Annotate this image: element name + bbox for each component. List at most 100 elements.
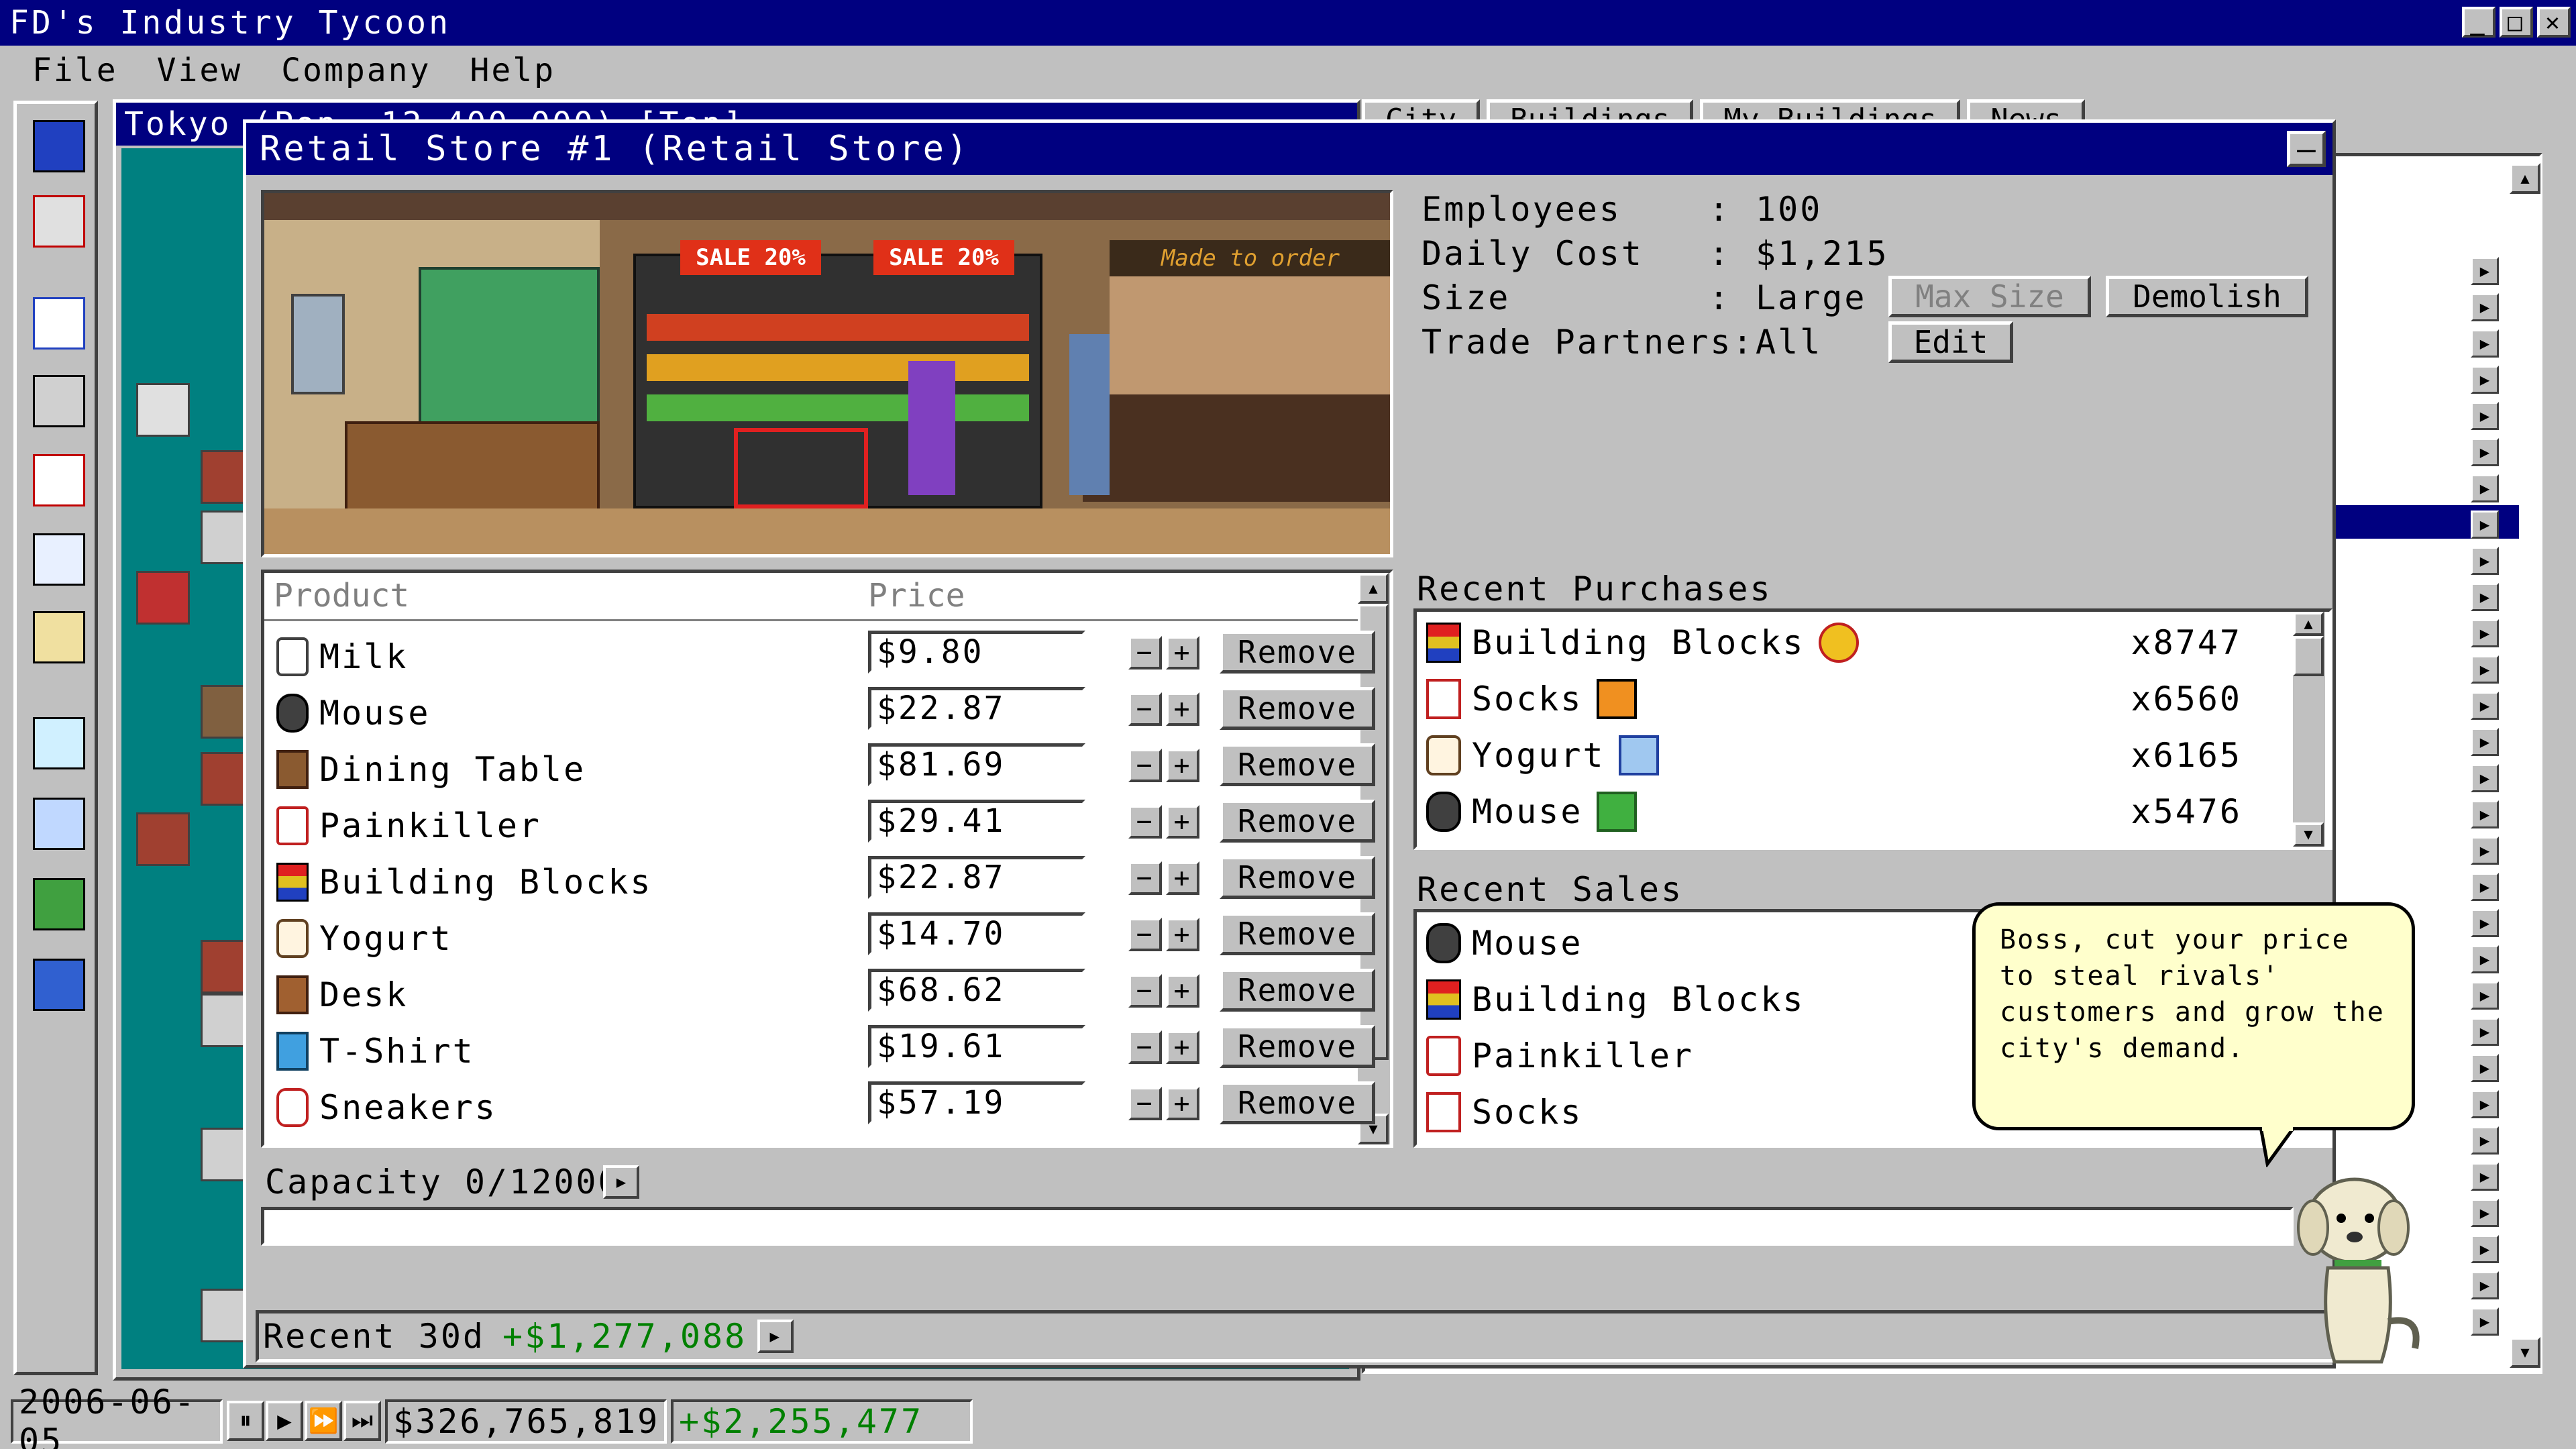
menu-file[interactable]: File: [32, 52, 118, 89]
expand-arrow-button[interactable]: ▶: [2471, 1199, 2499, 1227]
decrease-price-button[interactable]: −: [1128, 1087, 1162, 1120]
remove-product-button[interactable]: Remove: [1220, 912, 1375, 955]
research-button[interactable]: [23, 708, 95, 779]
decrease-price-button[interactable]: −: [1128, 1030, 1162, 1064]
remove-product-button[interactable]: Remove: [1220, 631, 1375, 674]
decrease-price-button[interactable]: −: [1128, 636, 1162, 669]
scroll-up-button[interactable]: ▲: [2293, 612, 2324, 636]
decrease-price-button[interactable]: −: [1128, 918, 1162, 951]
increase-price-button[interactable]: +: [1166, 974, 1199, 1008]
remove-product-button[interactable]: Remove: [1220, 1081, 1375, 1124]
price-input[interactable]: $14.70: [868, 912, 1085, 955]
price-input[interactable]: $9.80: [868, 631, 1085, 674]
expand-arrow-button[interactable]: ▶: [2471, 1235, 2499, 1263]
load-tool-button[interactable]: [23, 186, 95, 257]
price-input[interactable]: $68.62: [868, 969, 1085, 1012]
expand-arrow-button[interactable]: ▶: [2471, 1090, 2499, 1118]
play-button[interactable]: ▶: [266, 1401, 303, 1441]
remove-product-button[interactable]: Remove: [1220, 969, 1375, 1012]
scroll-down-button[interactable]: ▼: [2293, 822, 2324, 847]
expand-arrow-button[interactable]: ▶: [2471, 547, 2499, 575]
capacity-expand-button[interactable]: ▶: [603, 1165, 639, 1199]
expand-arrow-button[interactable]: ▶: [2471, 1126, 2499, 1155]
increase-price-button[interactable]: +: [1166, 1030, 1199, 1064]
menu-view[interactable]: View: [157, 52, 243, 89]
expand-arrow-button[interactable]: ▶: [2471, 402, 2499, 430]
decrease-price-button[interactable]: −: [1128, 749, 1162, 782]
increase-price-button[interactable]: +: [1166, 692, 1199, 726]
decrease-price-button[interactable]: −: [1128, 861, 1162, 895]
price-input[interactable]: $81.69: [868, 743, 1085, 786]
expand-arrow-button[interactable]: ▶: [2471, 257, 2499, 285]
expand-arrow-button[interactable]: ▶: [2471, 655, 2499, 684]
remove-product-button[interactable]: Remove: [1220, 800, 1375, 843]
maximize-button[interactable]: □: [2500, 7, 2533, 38]
remove-product-button[interactable]: Remove: [1220, 743, 1375, 786]
expand-arrow-button[interactable]: ▶: [2471, 293, 2499, 321]
purchase-list-item[interactable]: Mouse x5476: [1417, 784, 2289, 840]
decrease-price-button[interactable]: −: [1128, 692, 1162, 726]
network-button[interactable]: [23, 788, 95, 859]
increase-price-button[interactable]: +: [1166, 749, 1199, 782]
expand-arrow-button[interactable]: ▶: [2471, 873, 2499, 901]
chart-button[interactable]: [23, 445, 95, 516]
remove-product-button[interactable]: Remove: [1220, 687, 1375, 730]
purchase-list-item[interactable]: Socks x6560: [1417, 671, 2289, 727]
expand-arrow-button[interactable]: ▶: [2471, 619, 2499, 647]
purchase-list-item[interactable]: Building Blocks x8747: [1417, 614, 2289, 671]
remove-product-button[interactable]: Remove: [1220, 856, 1375, 899]
purchases-scrollbar[interactable]: ▲ ▼: [2293, 612, 2325, 847]
demolish-button[interactable]: Demolish: [2106, 276, 2308, 317]
expand-arrow-button[interactable]: ▶: [2471, 438, 2499, 466]
recent-30d-expand-button[interactable]: ▶: [757, 1320, 794, 1353]
documents-button[interactable]: [23, 524, 95, 595]
bank-button[interactable]: [23, 366, 95, 437]
max-size-button[interactable]: Max Size: [1888, 276, 2091, 317]
expand-arrow-button[interactable]: ▶: [2471, 837, 2499, 865]
price-input[interactable]: $22.87: [868, 856, 1085, 899]
expand-arrow-button[interactable]: ▶: [2471, 1163, 2499, 1191]
increase-price-button[interactable]: +: [1166, 805, 1199, 839]
expand-arrow-button[interactable]: ▶: [2471, 1307, 2499, 1336]
office-building-icon[interactable]: [136, 383, 190, 437]
expand-arrow-button[interactable]: ▶: [2471, 1018, 2499, 1046]
decrease-price-button[interactable]: −: [1128, 974, 1162, 1008]
price-input[interactable]: $19.61: [868, 1025, 1085, 1068]
finance-report-button[interactable]: [23, 288, 95, 359]
fastest-speed-button[interactable]: ⏭: [343, 1401, 381, 1441]
fast-forward-button[interactable]: ⏩: [305, 1401, 342, 1441]
scroll-down-button[interactable]: ▼: [2510, 1337, 2540, 1368]
remove-product-button[interactable]: Remove: [1220, 1025, 1375, 1068]
expand-arrow-button[interactable]: ▶: [2471, 583, 2499, 611]
purchase-list-item[interactable]: Yogurt x6165: [1417, 727, 2289, 784]
expand-arrow-button[interactable]: ▶: [2471, 945, 2499, 973]
expand-arrow-button[interactable]: ▶: [2471, 474, 2499, 502]
expand-arrow-button[interactable]: ▶: [2471, 692, 2499, 720]
price-input[interactable]: $22.87: [868, 687, 1085, 730]
expand-arrow-button[interactable]: ▶: [2471, 511, 2499, 539]
increase-price-button[interactable]: +: [1166, 636, 1199, 669]
world-map-button[interactable]: [23, 949, 95, 1020]
expand-arrow-button[interactable]: ▶: [2471, 981, 2499, 1010]
decrease-price-button[interactable]: −: [1128, 805, 1162, 839]
expand-arrow-button[interactable]: ▶: [2471, 1271, 2499, 1299]
close-button[interactable]: ✕: [2537, 7, 2571, 38]
increase-price-button[interactable]: +: [1166, 918, 1199, 951]
menu-help[interactable]: Help: [470, 52, 555, 89]
expand-arrow-button[interactable]: ▶: [2471, 764, 2499, 792]
dialog-minimize-button[interactable]: —: [2287, 131, 2326, 167]
increase-price-button[interactable]: +: [1166, 1087, 1199, 1120]
expand-arrow-button[interactable]: ▶: [2471, 329, 2499, 358]
clipboard-button[interactable]: [23, 602, 95, 673]
price-input[interactable]: $57.19: [868, 1081, 1085, 1124]
expand-arrow-button[interactable]: ▶: [2471, 909, 2499, 937]
stock-market-button[interactable]: [23, 869, 95, 940]
advisor-speech-bubble[interactable]: Boss, cut your price to steal rivals' cu…: [1972, 902, 2415, 1130]
price-input[interactable]: $29.41: [868, 800, 1085, 843]
scroll-up-button[interactable]: ▲: [2510, 163, 2540, 194]
expand-arrow-button[interactable]: ▶: [2471, 728, 2499, 756]
expand-arrow-button[interactable]: ▶: [2471, 1054, 2499, 1082]
store-icon[interactable]: [136, 571, 190, 625]
menu-company[interactable]: Company: [281, 52, 431, 89]
minimize-button[interactable]: _: [2462, 7, 2496, 38]
